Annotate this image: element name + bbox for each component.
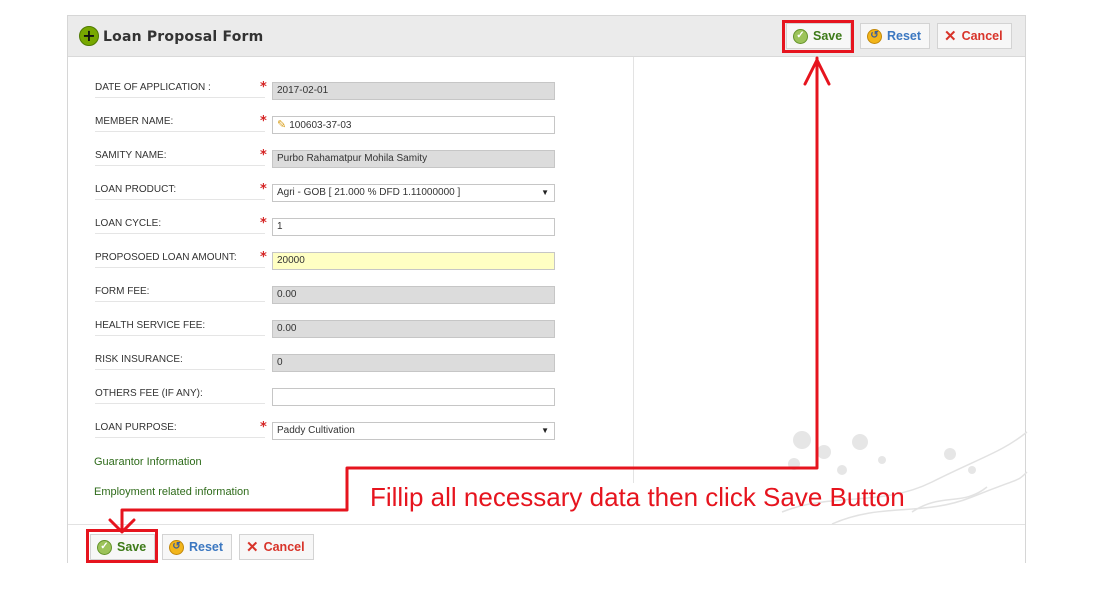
close-icon: ✕ xyxy=(944,27,957,45)
required-marker: * xyxy=(260,114,267,129)
page-title: Loan Proposal Form xyxy=(103,29,264,45)
loan-purpose-label: LOAN PURPOSE: xyxy=(95,422,265,438)
reset-icon: ↺ xyxy=(867,28,882,44)
plus-circle-icon: + xyxy=(79,26,99,46)
instruction-annotation: Fillip all necessary data then click Sav… xyxy=(370,482,905,512)
pencil-icon: ✎ xyxy=(277,119,287,131)
risk-insurance-label: RISK INSURANCE: xyxy=(95,354,265,370)
samity-name-label: SAMITY NAME: xyxy=(95,150,265,166)
member-name-field[interactable]: ✎ 100603-37-03 xyxy=(272,116,555,134)
loan-cycle-label: LOAN CYCLE: xyxy=(95,218,265,234)
form-fee-label: FORM FEE: xyxy=(95,286,265,302)
loan-product-value: Agri - GOB [ 21.000 % DFD 1.11000000 ] xyxy=(277,187,461,198)
employment-information-link[interactable]: Employment related information xyxy=(94,486,249,498)
loan-cycle-field[interactable]: 1 xyxy=(272,218,555,236)
samity-name-field[interactable]: Purbo Rahamatpur Mohila Samity xyxy=(272,150,555,168)
health-service-fee-field[interactable]: 0.00 xyxy=(272,320,555,338)
close-icon: ✕ xyxy=(246,538,259,556)
column-divider xyxy=(633,57,634,483)
risk-insurance-field[interactable]: 0 xyxy=(272,354,555,372)
required-marker: * xyxy=(260,80,267,95)
form-header: + Loan Proposal Form ✓ Save ↺ Reset ✕ Ca… xyxy=(68,16,1025,57)
save-highlight-box xyxy=(782,20,854,53)
loan-product-label: LOAN PRODUCT: xyxy=(95,184,265,200)
guarantor-information-link[interactable]: Guarantor Information xyxy=(94,456,202,468)
reset-button-bottom[interactable]: ↺ Reset xyxy=(162,534,233,560)
proposed-loan-amount-field[interactable]: 20000 xyxy=(272,252,555,270)
reset-icon: ↺ xyxy=(169,539,184,555)
dropdown-arrow-icon: ▼ xyxy=(541,188,549,197)
required-marker: * xyxy=(260,216,267,231)
form-fee-field[interactable]: 0.00 xyxy=(272,286,555,304)
required-marker: * xyxy=(260,182,267,197)
health-service-fee-label: HEALTH SERVICE FEE: xyxy=(95,320,265,336)
required-marker: * xyxy=(260,420,267,435)
loan-purpose-value: Paddy Cultivation xyxy=(277,425,355,436)
cancel-button-label: Cancel xyxy=(961,29,1003,43)
others-fee-label: OTHERS FEE (IF ANY): xyxy=(95,388,265,404)
member-name-label: MEMBER NAME: xyxy=(95,116,265,132)
reset-button-label: Reset xyxy=(189,540,224,554)
dropdown-arrow-icon: ▼ xyxy=(541,426,549,435)
required-marker: * xyxy=(260,148,267,163)
cancel-button-label: Cancel xyxy=(263,540,305,554)
date-of-application-label: DATE OF APPLICATION : xyxy=(95,82,265,98)
form-footer: ✓ Save ↺ Reset ✕ Cancel xyxy=(68,524,1025,563)
cancel-button[interactable]: ✕ Cancel xyxy=(937,23,1012,49)
loan-purpose-select[interactable]: Paddy Cultivation ▼ xyxy=(272,422,555,440)
date-of-application-field[interactable]: 2017-02-01 xyxy=(272,82,555,100)
reset-button-label: Reset xyxy=(887,29,922,43)
proposed-loan-amount-label: PROPOSOED LOAN AMOUNT: xyxy=(95,252,265,268)
member-name-value: 100603-37-03 xyxy=(289,120,352,131)
required-marker: * xyxy=(260,250,267,265)
others-fee-field[interactable] xyxy=(272,388,555,406)
save-bottom-highlight-box xyxy=(86,529,158,563)
reset-button[interactable]: ↺ Reset xyxy=(860,23,931,49)
cancel-button-bottom[interactable]: ✕ Cancel xyxy=(239,534,314,560)
loan-product-select[interactable]: Agri - GOB [ 21.000 % DFD 1.11000000 ] ▼ xyxy=(272,184,555,202)
